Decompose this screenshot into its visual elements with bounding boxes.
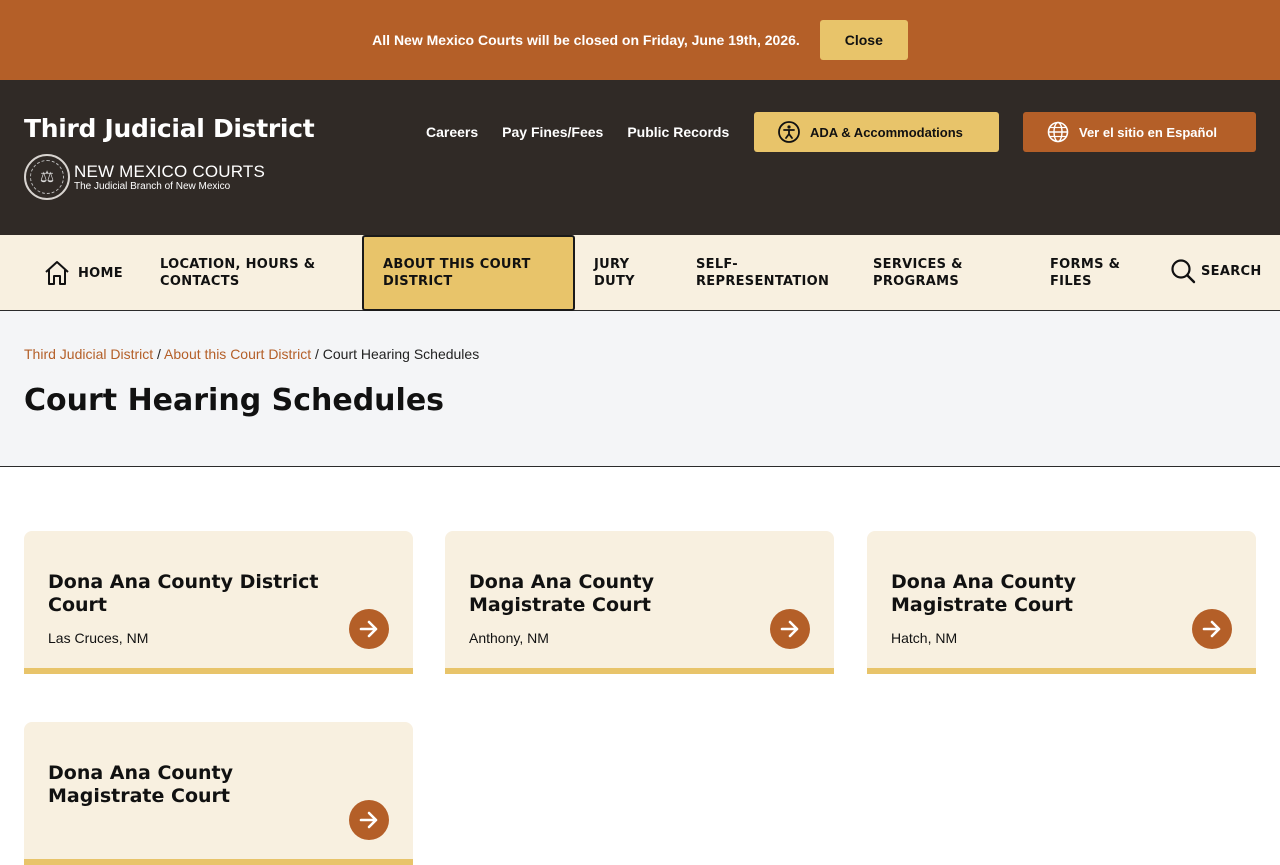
court-card[interactable]: Dona Ana County District Court Las Cruce… — [24, 531, 413, 674]
card-title: Dona Ana County District Court — [48, 571, 319, 616]
nav-location-hours[interactable]: LOCATION, HOURS & CONTACTS — [160, 235, 330, 311]
main-nav: HOME LOCATION, HOURS & CONTACTS ABOUT TH… — [0, 235, 1280, 311]
logo-main-text: NEW MEXICO COURTS — [74, 162, 266, 181]
public-records-link[interactable]: Public Records — [627, 124, 729, 140]
alert-banner: All New Mexico Courts will be closed on … — [0, 0, 1280, 80]
site-header: Third Judicial District ⚖ NEW MEXICO COU… — [0, 80, 1280, 235]
nav-services-programs[interactable]: SERVICES & PROGRAMS — [873, 235, 993, 311]
breadcrumb-separator: / — [157, 346, 161, 362]
globe-icon — [1047, 121, 1069, 143]
nav-about-district[interactable]: ABOUT THIS COURT DISTRICT — [362, 235, 575, 311]
alert-message: All New Mexico Courts will be closed on … — [372, 32, 800, 48]
ada-label: ADA & Accommodations — [810, 124, 963, 140]
arrow-right-icon[interactable] — [349, 609, 389, 649]
breadcrumb-separator: / — [315, 346, 319, 362]
card-location: Las Cruces, NM — [48, 630, 149, 646]
pay-fines-link[interactable]: Pay Fines/Fees — [502, 124, 603, 140]
search-icon — [1170, 258, 1196, 284]
arrow-right-icon[interactable] — [1192, 609, 1232, 649]
nav-search[interactable]: SEARCH — [1170, 233, 1270, 309]
breadcrumb-home-link[interactable]: Third Judicial District — [24, 346, 153, 362]
seal-icon: ⚖ — [24, 154, 70, 200]
court-card[interactable]: Dona Ana County Magistrate Court Hatch, … — [867, 531, 1256, 674]
spanish-site-button[interactable]: Ver el sitio en Español — [1023, 112, 1256, 152]
nav-home[interactable]: HOME — [44, 235, 144, 311]
page-header: Third Judicial District / About this Cou… — [0, 311, 1280, 467]
logo-sub-text: The Judicial Branch of New Mexico — [74, 181, 231, 192]
alert-close-button[interactable]: Close — [819, 20, 908, 60]
arrow-right-icon[interactable] — [349, 800, 389, 840]
accessibility-icon — [778, 121, 800, 143]
card-title: Dona Ana County Magistrate Court — [469, 571, 654, 616]
card-title: Dona Ana County Magistrate Court — [891, 571, 1076, 616]
breadcrumb-about-link[interactable]: About this Court District — [164, 346, 311, 362]
nav-jury-duty[interactable]: JURY DUTY — [594, 235, 664, 311]
card-title: Dona Ana County Magistrate Court — [48, 762, 233, 807]
nav-home-label: HOME — [78, 265, 123, 281]
card-location: Anthony, NM — [469, 630, 549, 646]
spanish-label: Ver el sitio en Español — [1079, 124, 1217, 140]
page-title: Court Hearing Schedules — [24, 383, 445, 418]
arrow-right-icon[interactable] — [770, 609, 810, 649]
nm-courts-logo[interactable]: ⚖ NEW MEXICO COURTS The Judicial Branch … — [24, 154, 265, 200]
site-title[interactable]: Third Judicial District — [24, 114, 315, 143]
court-card[interactable]: Dona Ana County Magistrate Court — [24, 722, 413, 865]
home-icon — [44, 260, 70, 286]
search-label: SEARCH — [1201, 263, 1262, 279]
breadcrumb-current: Court Hearing Schedules — [322, 346, 480, 362]
nav-forms-files[interactable]: FORMS & FILES — [1050, 235, 1150, 311]
court-card[interactable]: Dona Ana County Magistrate Court Anthony… — [445, 531, 834, 674]
nav-self-representation[interactable]: SELF-REPRESENTATION — [696, 235, 846, 311]
utility-links: Careers Pay Fines/Fees Public Records — [426, 124, 729, 140]
careers-link[interactable]: Careers — [426, 124, 478, 140]
breadcrumb: Third Judicial District / About this Cou… — [24, 346, 479, 362]
card-location: Hatch, NM — [891, 630, 958, 646]
ada-accommodations-button[interactable]: ADA & Accommodations — [754, 112, 999, 152]
